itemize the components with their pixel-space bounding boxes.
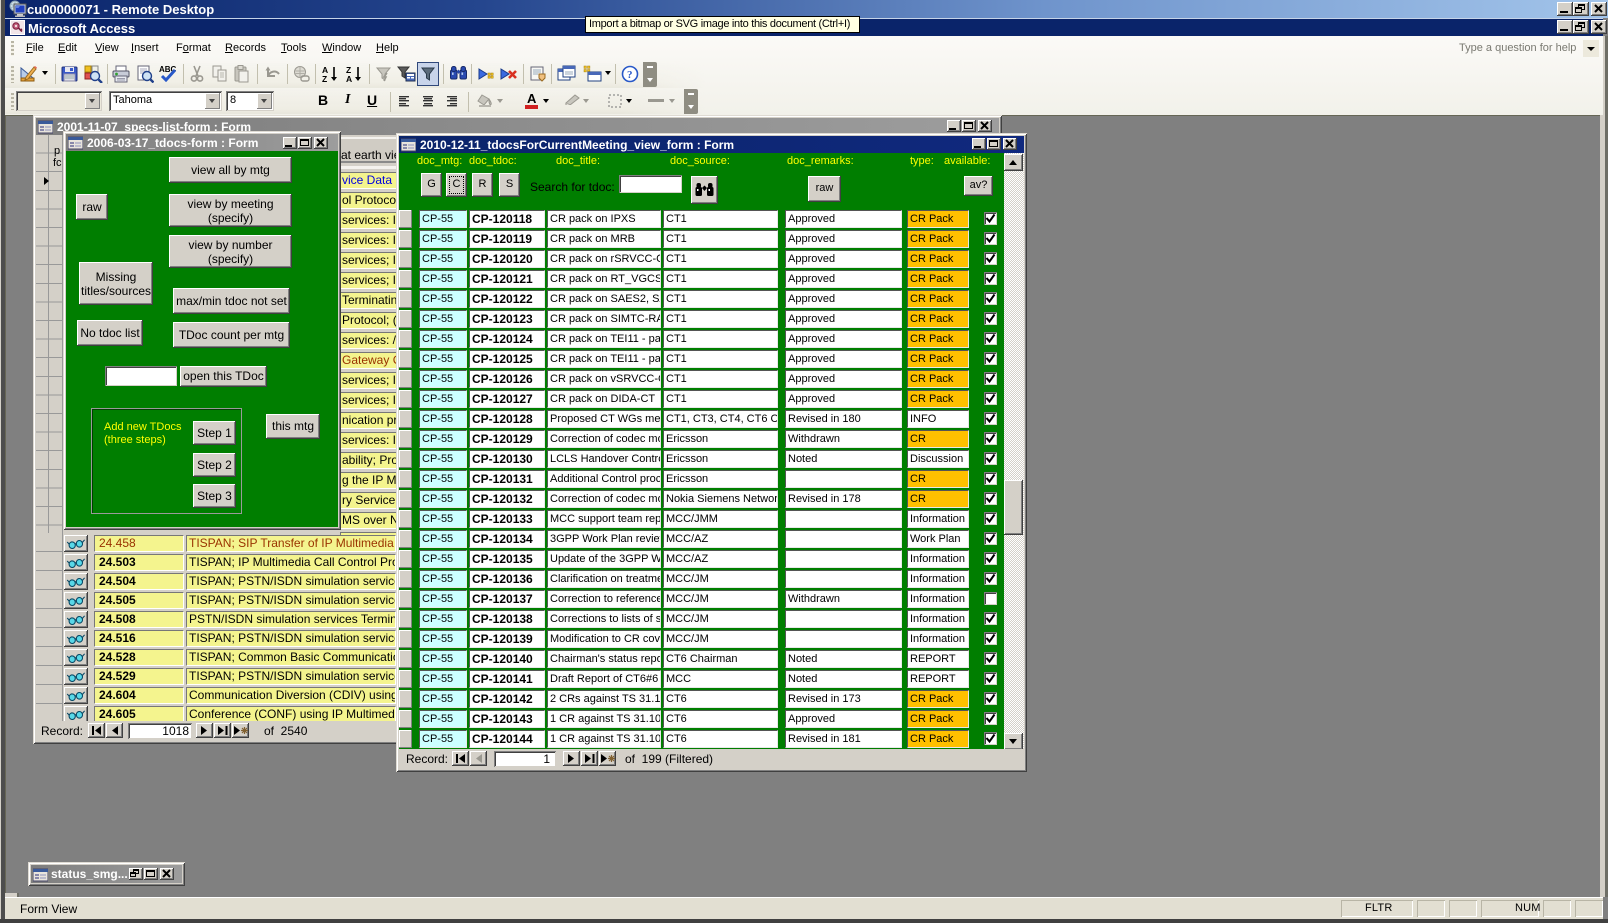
svg-text:Z: Z	[322, 74, 327, 83]
svg-text:A: A	[346, 74, 352, 83]
svg-text:?: ?	[627, 69, 633, 81]
